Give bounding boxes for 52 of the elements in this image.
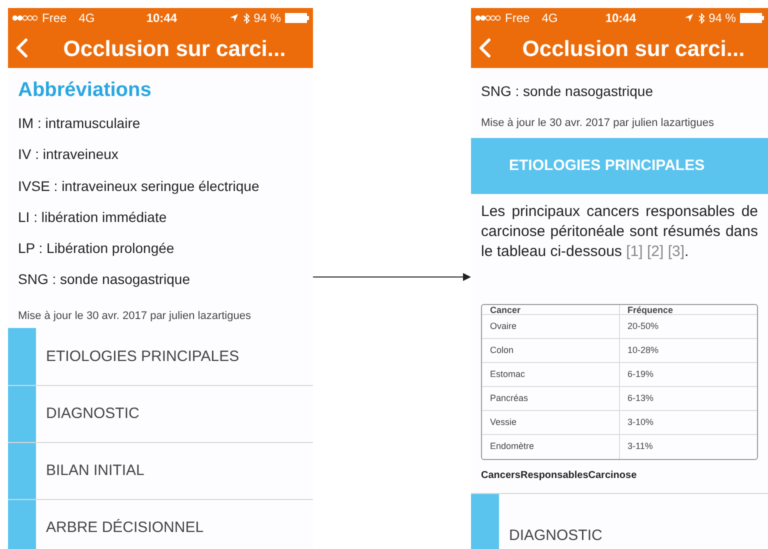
abbreviation-text: SNG : sonde nasogastrique [18,270,191,290]
table-cell: Vessie [482,410,620,434]
abbreviation-text: LI : libération immédiate [18,208,168,227]
section-heading: Abbréviations [17,78,152,102]
signal-dots-icon [12,15,38,21]
table-cell-text: 6-13% [626,392,655,405]
battery-icon [284,13,309,23]
update-note: Mise à jour le 30 avr. 2017 par julien lazartigues [17,308,252,324]
back-icon[interactable] [16,38,28,58]
table-cell: Ovaire [482,314,620,338]
signal-dots-icon [475,15,501,21]
table-cell: Estomac [482,362,620,386]
location-arrow-icon [684,13,694,23]
table-cell-text: 10-28% [626,344,660,357]
battery-icon [740,13,764,23]
update-note: Mise à jour le 30 avr. 2017 par julien lazartigues [480,116,715,132]
abbreviation-text: IV : intraveineux [18,145,120,164]
table-cell-text: 20-50% [626,320,660,333]
location-arrow-icon [228,13,239,23]
section-row[interactable]: ARBRE DÉCISIONNEL [8,499,313,549]
arrow-icon [313,272,471,282]
clock-time: 10:44 [605,10,636,27]
table-cell: Pancréas [482,386,620,410]
body-paragraph: Les principaux cancers responsables de carcinose péritonéale sont résumés dans le tableau ci-dessous [1] [2] [3]. [480,202,759,262]
network-type: 4G [78,10,95,27]
section-row[interactable]: DIAGNOSTIC [471,492,768,549]
abbreviation-text: LP : Libération prolongée [18,239,176,258]
back-icon[interactable] [479,38,491,58]
column-header: Cancer [482,304,620,314]
table-cell-text: 3-10% [626,416,655,429]
table-cell: Colon [482,338,620,362]
clock-time: 10:44 [146,10,178,27]
carrier-name: Free [505,10,530,27]
section-row[interactable]: BILAN INITIAL [8,442,313,500]
abbreviation-text: SNG : sonde nasogastrique [481,82,654,101]
section-row[interactable]: ETIOLOGIES PRINCIPALES [8,328,313,386]
column-header: Fréquence [626,304,674,314]
table-cell: Endomètre [482,434,620,459]
network-type: 4G [542,10,558,27]
abbreviation-text: IM : intramusculaire [18,114,142,133]
bluetooth-icon [698,12,705,24]
table-cell-text: 3-11% [626,440,654,454]
section-row[interactable]: DIAGNOSTIC [8,385,313,442]
carrier-name: Free [42,10,67,27]
bluetooth-icon [242,12,250,24]
abbreviation-text: IVSE : intraveineux seringue électrique [18,176,260,196]
screen-title: Occlusion sur carci... [521,34,746,62]
table-caption: CancersResponsablesCarcinose [480,468,638,483]
battery-percent: 94 % [254,10,281,27]
screen-title: Occlusion sur carci... [62,34,287,62]
table-cell-text: 6-19% [626,368,655,381]
battery-percent: 94 % [708,10,736,27]
